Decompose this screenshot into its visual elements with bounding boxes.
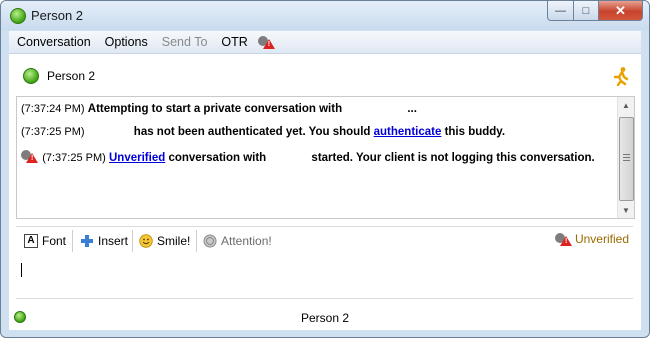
insert-button[interactable]: Insert [80,231,128,251]
timestamp: (7:37:24 PM) [21,103,85,115]
buddy-status-icon [23,68,39,84]
close-icon: ✕ [615,2,626,18]
otr-warning-icon: ! [21,150,39,163]
log-scrollbar[interactable]: ▲ ▼ [617,97,634,218]
authenticate-link[interactable]: authenticate [374,126,442,138]
menu-otr[interactable]: OTR [221,35,247,49]
otr-status-label: Unverified [574,232,629,246]
buddy-away-runner-icon[interactable] [611,66,631,86]
minimize-button[interactable]: — [547,1,574,21]
log-text: this buddy. [441,126,506,138]
menu-send-to: Send To [161,35,208,49]
smiley-icon [139,234,153,248]
log-text: has not been authenticated yet. You shou… [133,126,374,138]
menu-conversation[interactable]: Conversation [17,35,91,49]
unverified-link[interactable]: Unverified [109,152,165,164]
otr-unverified-icon[interactable]: ! [257,34,276,50]
maximize-icon: □ [582,4,590,17]
attention-button[interactable]: Attention! [203,231,272,251]
scroll-down-arrow-icon[interactable]: ▼ [618,202,634,218]
text-cursor [21,263,22,277]
timestamp: (7:37:25 PM) [42,152,106,164]
format-toolbar: A Font Insert Smile! Attention! ! Unveri… [16,226,633,256]
font-button[interactable]: A Font [24,231,66,251]
otr-unverified-status-icon: ! [554,232,573,246]
online-status-icon [10,8,26,24]
close-button[interactable]: ✕ [599,1,643,21]
log-line: (7:37:24 PM) Attempting to start a priva… [21,103,417,115]
menu-options[interactable]: Options [105,35,148,49]
plus-icon [81,235,93,247]
attention-label: Attention! [221,234,272,248]
insert-label: Insert [98,234,129,248]
log-text: conversation with [165,152,267,164]
message-input[interactable] [16,255,633,299]
log-line: ! (7:37:25 PM) Unverified conversation w… [21,150,595,164]
log-text: started. Your client is not logging this… [311,152,595,164]
status-bar: Person 2 [9,306,641,330]
maximize-button[interactable]: □ [574,1,599,21]
buddy-header: Person 2 [9,54,641,96]
font-icon: A [24,234,38,248]
minimize-icon: — [555,4,566,17]
log-tail: ... [407,103,417,115]
scroll-up-arrow-icon[interactable]: ▲ [618,97,634,113]
log-line: (7:37:25 PM) has not been authenticated … [21,126,505,138]
font-label: Font [42,234,67,248]
smile-button[interactable]: Smile! [139,231,190,251]
message-log[interactable]: (7:37:24 PM) Attempting to start a priva… [16,96,635,219]
log-text: Attempting to start a private conversati… [87,103,343,115]
window-title: Person 2 [31,8,84,23]
window-controls: — □ ✕ [547,1,643,21]
menu-bar: Conversation Options Send To OTR ! [9,31,641,54]
title-bar[interactable]: Person 2 — □ ✕ [1,1,649,30]
status-buddy-name: Person 2 [300,311,350,325]
conversation-pane: Person 2 (7:37:24 PM) Attempting to star… [9,54,641,330]
attention-icon [203,234,217,248]
smile-label: Smile! [157,234,191,248]
chat-window: Person 2 — □ ✕ Conversation Options Send… [0,0,650,338]
otr-status-button[interactable]: ! Unverified [554,232,629,246]
timestamp: (7:37:25 PM) [21,126,85,138]
scroll-thumb[interactable] [619,117,634,201]
buddy-name: Person 2 [47,69,96,83]
